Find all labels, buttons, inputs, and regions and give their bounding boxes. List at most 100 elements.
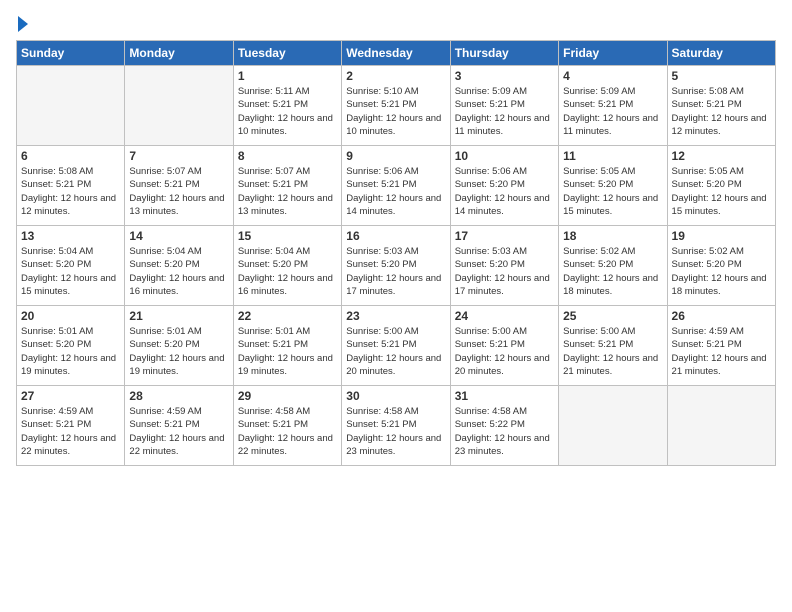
day-info: Sunrise: 5:09 AMSunset: 5:21 PMDaylight:… [563, 85, 662, 138]
day-number: 2 [346, 69, 445, 83]
day-info: Sunrise: 5:04 AMSunset: 5:20 PMDaylight:… [21, 245, 120, 298]
day-number: 18 [563, 229, 662, 243]
calendar-cell [559, 386, 667, 466]
day-info: Sunrise: 5:01 AMSunset: 5:21 PMDaylight:… [238, 325, 337, 378]
day-info: Sunrise: 5:05 AMSunset: 5:20 PMDaylight:… [672, 165, 771, 218]
calendar-cell: 2 Sunrise: 5:10 AMSunset: 5:21 PMDaylight… [342, 66, 450, 146]
calendar-body: 1Sunrise: 5:11 AMSunset: 5:21 PMDaylight… [17, 66, 776, 466]
calendar-cell: 27 Sunrise: 4:59 AMSunset: 5:21 PMDayligh… [17, 386, 125, 466]
calendar-week-row: 6 Sunrise: 5:08 AMSunset: 5:21 PMDaylight… [17, 146, 776, 226]
day-number: 23 [346, 309, 445, 323]
day-info: Sunrise: 5:02 AMSunset: 5:20 PMDaylight:… [563, 245, 662, 298]
calendar-week-row: 27 Sunrise: 4:59 AMSunset: 5:21 PMDayligh… [17, 386, 776, 466]
calendar-cell [17, 66, 125, 146]
calendar-cell: 6 Sunrise: 5:08 AMSunset: 5:21 PMDaylight… [17, 146, 125, 226]
calendar-cell [125, 66, 233, 146]
weekday-header: Sunday [17, 41, 125, 66]
day-number: 16 [346, 229, 445, 243]
calendar-cell: 20 Sunrise: 5:01 AMSunset: 5:20 PMDayligh… [17, 306, 125, 386]
weekday-header: Wednesday [342, 41, 450, 66]
day-info: Sunrise: 5:07 AMSunset: 5:21 PMDaylight:… [238, 165, 337, 218]
calendar-cell: 22 Sunrise: 5:01 AMSunset: 5:21 PMDayligh… [233, 306, 341, 386]
day-number: 27 [21, 389, 120, 403]
calendar-week-row: 20 Sunrise: 5:01 AMSunset: 5:20 PMDayligh… [17, 306, 776, 386]
day-info: Sunrise: 5:01 AMSunset: 5:20 PMDaylight:… [21, 325, 120, 378]
day-info: Sunrise: 5:09 AMSunset: 5:21 PMDaylight:… [455, 85, 554, 138]
calendar-week-row: 1Sunrise: 5:11 AMSunset: 5:21 PMDaylight… [17, 66, 776, 146]
logo [16, 16, 28, 32]
calendar-cell: 18 Sunrise: 5:02 AMSunset: 5:20 PMDayligh… [559, 226, 667, 306]
day-info: Sunrise: 5:06 AMSunset: 5:21 PMDaylight:… [346, 165, 445, 218]
calendar: SundayMondayTuesdayWednesdayThursdayFrid… [16, 40, 776, 466]
calendar-cell: 29 Sunrise: 4:58 AMSunset: 5:21 PMDayligh… [233, 386, 341, 466]
day-info: Sunrise: 5:03 AMSunset: 5:20 PMDaylight:… [346, 245, 445, 298]
day-info: Sunrise: 5:08 AMSunset: 5:21 PMDaylight:… [672, 85, 771, 138]
calendar-cell: 23 Sunrise: 5:00 AMSunset: 5:21 PMDayligh… [342, 306, 450, 386]
day-number: 19 [672, 229, 771, 243]
calendar-cell: 17 Sunrise: 5:03 AMSunset: 5:20 PMDayligh… [450, 226, 558, 306]
weekday-header: Friday [559, 41, 667, 66]
day-info: Sunrise: 4:58 AMSunset: 5:22 PMDaylight:… [455, 405, 554, 458]
day-number: 3 [455, 69, 554, 83]
day-info: Sunrise: 5:06 AMSunset: 5:20 PMDaylight:… [455, 165, 554, 218]
calendar-cell: 3 Sunrise: 5:09 AMSunset: 5:21 PMDaylight… [450, 66, 558, 146]
day-info: Sunrise: 4:59 AMSunset: 5:21 PMDaylight:… [21, 405, 120, 458]
day-number: 26 [672, 309, 771, 323]
calendar-cell: 10 Sunrise: 5:06 AMSunset: 5:20 PMDayligh… [450, 146, 558, 226]
calendar-cell: 15Sunrise: 5:04 AMSunset: 5:20 PMDayligh… [233, 226, 341, 306]
day-number: 24 [455, 309, 554, 323]
day-number: 25 [563, 309, 662, 323]
calendar-cell: 24 Sunrise: 5:00 AMSunset: 5:21 PMDayligh… [450, 306, 558, 386]
day-info: Sunrise: 5:00 AMSunset: 5:21 PMDaylight:… [455, 325, 554, 378]
day-info: Sunrise: 5:08 AMSunset: 5:21 PMDaylight:… [21, 165, 120, 218]
day-number: 4 [563, 69, 662, 83]
calendar-cell: 14Sunrise: 5:04 AMSunset: 5:20 PMDayligh… [125, 226, 233, 306]
calendar-header-row: SundayMondayTuesdayWednesdayThursdayFrid… [17, 41, 776, 66]
day-info: Sunrise: 5:10 AMSunset: 5:21 PMDaylight:… [346, 85, 445, 138]
day-number: 10 [455, 149, 554, 163]
calendar-cell: 31 Sunrise: 4:58 AMSunset: 5:22 PMDayligh… [450, 386, 558, 466]
day-number: 17 [455, 229, 554, 243]
day-number: 13 [21, 229, 120, 243]
calendar-week-row: 13 Sunrise: 5:04 AMSunset: 5:20 PMDayligh… [17, 226, 776, 306]
calendar-cell: 12 Sunrise: 5:05 AMSunset: 5:20 PMDayligh… [667, 146, 775, 226]
calendar-cell: 1Sunrise: 5:11 AMSunset: 5:21 PMDaylight… [233, 66, 341, 146]
calendar-cell: 11Sunrise: 5:05 AMSunset: 5:20 PMDayligh… [559, 146, 667, 226]
weekday-header: Tuesday [233, 41, 341, 66]
calendar-cell: 28 Sunrise: 4:59 AMSunset: 5:21 PMDayligh… [125, 386, 233, 466]
calendar-cell: 16 Sunrise: 5:03 AMSunset: 5:20 PMDayligh… [342, 226, 450, 306]
day-number: 11 [563, 149, 662, 163]
header [16, 16, 776, 32]
weekday-header: Monday [125, 41, 233, 66]
calendar-cell: 5 Sunrise: 5:08 AMSunset: 5:21 PMDaylight… [667, 66, 775, 146]
day-info: Sunrise: 4:58 AMSunset: 5:21 PMDaylight:… [346, 405, 445, 458]
day-number: 31 [455, 389, 554, 403]
day-number: 30 [346, 389, 445, 403]
day-info: Sunrise: 5:04 AMSunset: 5:20 PMDaylight:… [129, 245, 228, 298]
day-info: Sunrise: 5:03 AMSunset: 5:20 PMDaylight:… [455, 245, 554, 298]
day-info: Sunrise: 5:00 AMSunset: 5:21 PMDaylight:… [346, 325, 445, 378]
day-info: Sunrise: 4:59 AMSunset: 5:21 PMDaylight:… [672, 325, 771, 378]
day-info: Sunrise: 5:02 AMSunset: 5:20 PMDaylight:… [672, 245, 771, 298]
day-number: 12 [672, 149, 771, 163]
calendar-cell: 7Sunrise: 5:07 AMSunset: 5:21 PMDaylight… [125, 146, 233, 226]
calendar-cell: 21 Sunrise: 5:01 AMSunset: 5:20 PMDayligh… [125, 306, 233, 386]
day-number: 9 [346, 149, 445, 163]
day-info: Sunrise: 4:58 AMSunset: 5:21 PMDaylight:… [238, 405, 337, 458]
calendar-cell: 4 Sunrise: 5:09 AMSunset: 5:21 PMDaylight… [559, 66, 667, 146]
day-number: 21 [129, 309, 228, 323]
day-number: 28 [129, 389, 228, 403]
day-number: 22 [238, 309, 337, 323]
calendar-cell: 30 Sunrise: 4:58 AMSunset: 5:21 PMDayligh… [342, 386, 450, 466]
day-info: Sunrise: 5:01 AMSunset: 5:20 PMDaylight:… [129, 325, 228, 378]
calendar-cell: 26 Sunrise: 4:59 AMSunset: 5:21 PMDayligh… [667, 306, 775, 386]
day-info: Sunrise: 5:11 AMSunset: 5:21 PMDaylight:… [238, 85, 337, 138]
day-number: 20 [21, 309, 120, 323]
logo-triangle-icon [18, 16, 28, 32]
day-info: Sunrise: 5:04 AMSunset: 5:20 PMDaylight:… [238, 245, 337, 298]
day-number: 5 [672, 69, 771, 83]
day-number: 29 [238, 389, 337, 403]
day-info: Sunrise: 4:59 AMSunset: 5:21 PMDaylight:… [129, 405, 228, 458]
day-number: 6 [21, 149, 120, 163]
weekday-header: Thursday [450, 41, 558, 66]
